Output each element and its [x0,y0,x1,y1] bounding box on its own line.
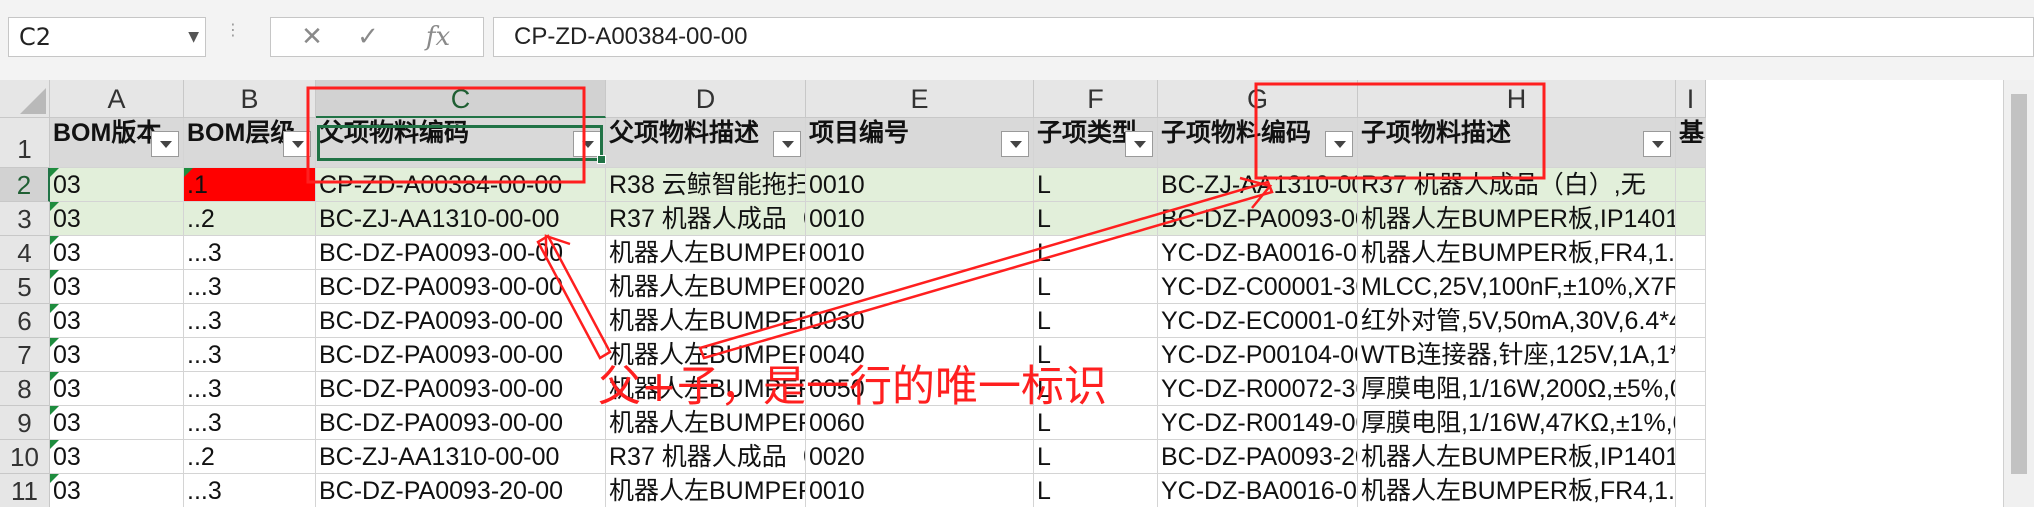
arrow-to-parent [536,234,612,360]
spreadsheet-window: C2 ▼ ⋮ ✕ ✓ fx CP-ZD-A00384-00-00 ABCDEFG… [0,0,2034,507]
highlight-box-parent-code [306,86,586,184]
annotation-overlay [306,82,1546,360]
annotation-text: 父+子，是一行的唯一标识 [598,362,1108,412]
arrow-to-child [698,180,1274,360]
highlight-box-child-code [1254,82,1546,180]
